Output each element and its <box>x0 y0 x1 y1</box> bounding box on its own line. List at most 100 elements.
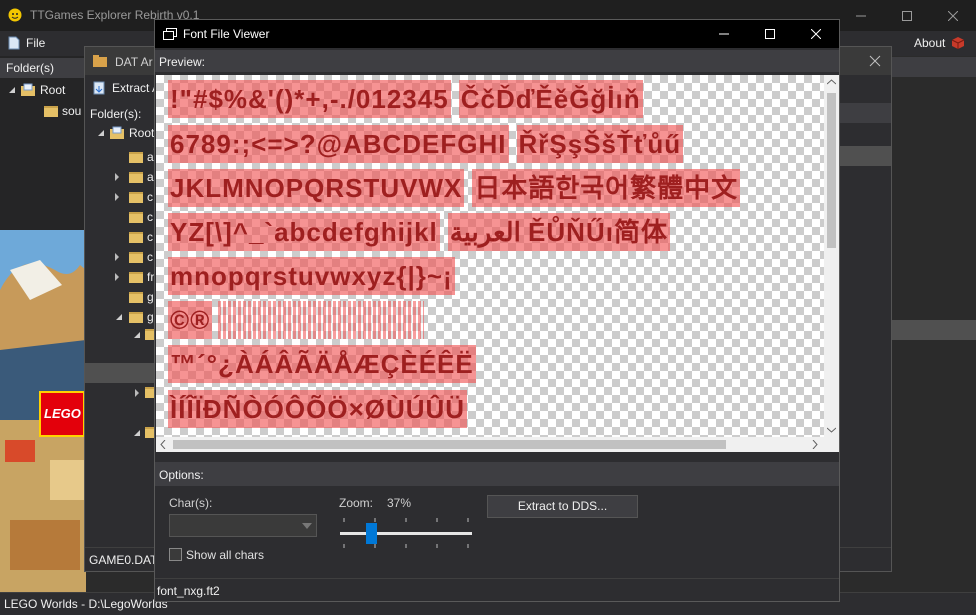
font-viewer-window: Font File Viewer Preview: !"#$%&'()*+,-.… <box>154 19 840 602</box>
zoom-slider[interactable] <box>338 516 474 550</box>
collapse-arrow-icon <box>133 429 141 437</box>
scroll-right-icon[interactable] <box>812 440 818 449</box>
chars-dropdown[interactable] <box>169 514 317 537</box>
dat-tree-item[interactable]: c <box>113 227 157 247</box>
dat-folders-header: Folder(s): <box>90 107 142 121</box>
fv-minimize-button[interactable] <box>701 20 747 48</box>
folder-icon <box>129 311 143 323</box>
font-file-name: font_nxg.ft2 <box>157 584 220 598</box>
tree-item-root[interactable]: Root <box>8 83 65 97</box>
font-preview-canvas[interactable]: !"#$%&'()*+,-./012345 ČčĎďĚěĞğİıň 6789:;… <box>156 75 824 437</box>
folder-icon <box>44 105 58 117</box>
glyph-run: mnopqrstuvwxyz{|}~¡ <box>168 257 455 295</box>
main-maximize-button[interactable] <box>884 0 930 31</box>
dat-close-button[interactable] <box>869 55 881 67</box>
main-right-panel <box>892 56 976 592</box>
lego-logo-text: LEGO <box>44 406 81 421</box>
extract-icon <box>93 81 107 95</box>
glyph-row: !"#$%&'()*+,-./012345 ČčĎďĚěĞğİıň <box>168 80 643 118</box>
chars-label: Char(s): <box>169 496 213 510</box>
expand-arrow-icon <box>113 273 125 281</box>
dat-tree-items: a a c c c c fr g g <box>113 147 157 327</box>
dat-tree-item[interactable]: c <box>113 247 157 267</box>
tree-root-label: Root <box>40 83 66 97</box>
show-all-chars-checkbox[interactable] <box>169 548 182 561</box>
game-artwork: LEGO <box>0 230 86 592</box>
glyph-row: 6789:;<=>?@ABCDEFGHI ŘřŞşŠšŤťůű <box>168 125 684 163</box>
expand-arrow-icon <box>113 253 125 261</box>
dat-selected-row[interactable] <box>85 363 155 383</box>
scroll-corner <box>824 437 839 452</box>
main-minimize-button[interactable] <box>838 0 884 31</box>
font-viewer-statusbar: font_nxg.ft2 <box>155 578 839 601</box>
horizontal-scrollbar[interactable] <box>156 437 824 452</box>
cube-icon <box>951 36 965 50</box>
main-left-panel: Folder(s) Root sou LEGO <box>0 56 86 592</box>
folder-icon <box>129 171 143 183</box>
collapse-arrow-icon <box>97 129 105 137</box>
glyph-run-extra: العربية ĚŮŇŰı简体 <box>447 213 670 251</box>
glyph-row: ©® <box>168 301 425 339</box>
collapse-arrow-icon <box>8 86 16 94</box>
tree-item-source[interactable]: sou <box>44 104 81 118</box>
folder-icon <box>129 231 143 243</box>
about-menu[interactable]: About <box>914 36 965 50</box>
dat-tree-item[interactable]: g <box>113 307 157 327</box>
glyph-row: JKLMNOPQRSTUVWX 日本語한국어繁體中文 <box>168 169 741 207</box>
glyph-run: !"#$%&'()*+,-./012345 <box>168 80 451 118</box>
folder-icon <box>129 211 143 223</box>
root-icon <box>109 126 125 140</box>
main-status-text: LEGO Worlds - D:\LegoWorlds <box>4 597 168 611</box>
glyph-run: JKLMNOPQRSTUVWX <box>168 169 465 207</box>
dat-tree-root-label: Root <box>129 126 155 140</box>
right-header <box>892 57 976 77</box>
folder-icon <box>129 251 143 263</box>
glyph-row: mnopqrstuvwxyz{|}~¡ <box>168 257 455 295</box>
folder-icon <box>129 191 143 203</box>
dat-tree-item[interactable]: c <box>113 187 157 207</box>
collapse-arrow-icon <box>133 331 141 339</box>
vertical-scroll-thumb[interactable] <box>827 93 836 248</box>
dat-status-text: GAME0.DAT <box>89 553 158 567</box>
tree-item-label: sou <box>62 104 82 118</box>
glyph-run-extra: ŘřŞşŠšŤťůű <box>516 125 684 163</box>
file-menu[interactable]: File <box>8 36 45 50</box>
file-menu-label: File <box>26 36 46 50</box>
extract-all-label: Extract A <box>112 81 161 95</box>
scroll-left-icon[interactable] <box>160 440 166 449</box>
scroll-down-icon[interactable] <box>827 427 836 433</box>
dat-tree-root[interactable]: Root <box>97 126 154 140</box>
dat-tree-item[interactable]: a <box>113 167 157 187</box>
zoom-slider-thumb[interactable] <box>366 523 378 544</box>
options-label: Options: <box>155 462 839 486</box>
vertical-scrollbar[interactable] <box>824 75 839 437</box>
folder-icon <box>129 291 143 303</box>
extract-to-dds-button[interactable]: Extract to DDS... <box>487 495 638 518</box>
zoom-value: 37% <box>387 496 412 510</box>
dat-tree-item[interactable]: g <box>113 287 157 307</box>
glyph-run: YZ[\]^_`abcdefghijkl <box>168 213 440 251</box>
scroll-up-icon[interactable] <box>827 79 836 85</box>
chevron-down-icon <box>302 523 312 529</box>
file-icon <box>8 36 20 50</box>
extract-all-button[interactable]: Extract A <box>93 81 160 95</box>
glyph-row: ™´°¿ÀÁÂÃÄÅÆÇÈÉÊË <box>168 345 476 383</box>
dat-tree-item[interactable]: c <box>113 207 157 227</box>
fv-maximize-button[interactable] <box>747 20 793 48</box>
archive-icon <box>93 55 107 67</box>
fv-close-button[interactable] <box>793 20 839 48</box>
collapse-arrow-icon <box>113 313 125 321</box>
show-all-chars-label[interactable]: Show all chars <box>186 548 264 562</box>
glyph-run: 6789:;<=>?@ABCDEFGHI <box>168 125 509 163</box>
dat-tree-item[interactable]: fr <box>113 267 157 287</box>
font-viewer-titlebar: Font File Viewer <box>155 20 839 48</box>
zoom-label: Zoom: <box>339 496 374 510</box>
main-close-button[interactable] <box>930 0 976 31</box>
font-viewer-title: Font File Viewer <box>183 27 270 41</box>
dat-tree-item[interactable]: a <box>113 147 157 167</box>
horizontal-scroll-thumb[interactable] <box>173 440 726 449</box>
folder-icon <box>129 151 143 163</box>
folder-icon <box>129 271 143 283</box>
root-icon <box>20 83 36 97</box>
preview-label: Preview: <box>155 50 839 72</box>
